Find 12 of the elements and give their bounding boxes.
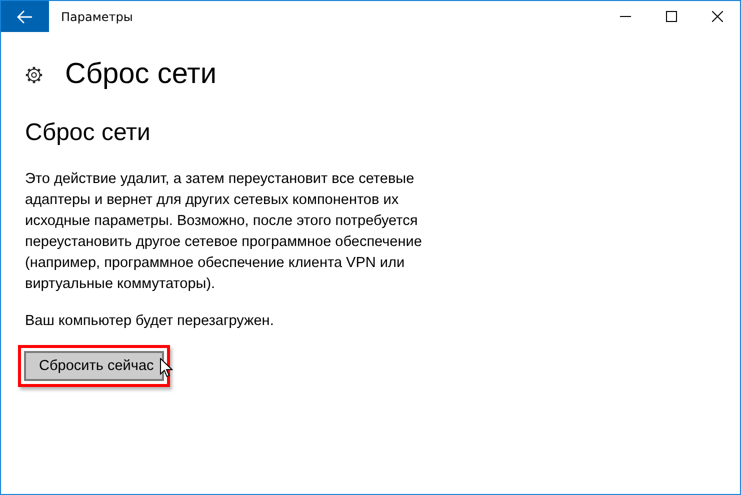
close-icon <box>712 11 722 22</box>
back-button[interactable] <box>1 1 49 32</box>
back-arrow-icon <box>17 10 33 24</box>
page-title: Сброс сети <box>65 58 217 91</box>
reset-button[interactable]: Сбросить сейчас <box>24 351 164 381</box>
settings-icon <box>25 66 43 84</box>
section-heading: Сброс сети <box>25 119 152 147</box>
description-text: Это действие удалит, а затем переустановит все сетевые адаптеры и вернет для других сетевых компонентов их исходные параметры. Возможно, после этого потребуется переустановить другое сетевое программное обеспечение (например, программное обеспечение клиента VPN или виртуальные коммутаторы). <box>25 170 423 294</box>
maximize-icon <box>666 11 676 22</box>
restart-note: Ваш компьютер будет перезагружен. <box>25 313 275 329</box>
mouse-cursor-icon <box>160 358 173 377</box>
window-title: Параметры <box>61 10 133 24</box>
